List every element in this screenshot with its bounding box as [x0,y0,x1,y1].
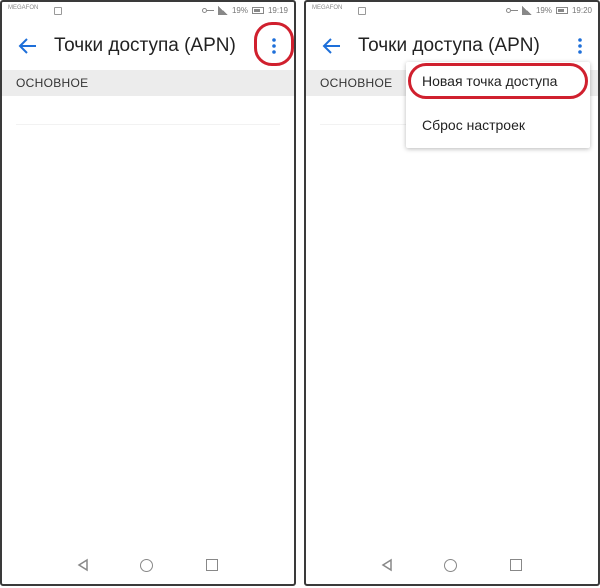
battery-icon [251,7,264,14]
page-title: Точки доступа (APN) [54,35,236,56]
status-time: 19:20 [571,6,592,15]
overflow-menu: Новая точка доступа Сброс настроек [406,62,590,148]
status-bar: MEGAFON 19% 19:20 [306,2,598,22]
nav-bar [306,548,598,584]
image-notification-icon [358,7,366,15]
nav-bar [2,548,294,584]
signal-icon [217,6,228,15]
nav-back-icon[interactable] [76,558,90,572]
back-arrow-icon[interactable] [320,34,344,58]
key-icon [505,7,518,14]
back-arrow-icon[interactable] [16,34,40,58]
nav-home-icon[interactable] [140,559,153,572]
nav-home-icon[interactable] [444,559,457,572]
nav-recent-icon[interactable] [206,559,218,571]
phone-screen-right: MEGAFON 19% 19:20 Точки доступа (APN) ОС… [304,0,600,586]
signal-icon [521,6,532,15]
carrier-label: MEGAFON [312,5,343,11]
phone-screen-left: MEGAFON 19% 19:19 Точки доступа (APN) ОС… [0,0,296,586]
status-time: 19:19 [267,6,288,15]
battery-percent: 19% [535,6,552,15]
battery-percent: 19% [231,6,248,15]
highlight-circle-overflow [254,22,294,66]
divider [16,124,280,125]
toolbar: Точки доступа (APN) [2,24,294,68]
carrier-label: MEGAFON [8,5,39,11]
section-label: ОСНОВНОЕ [16,76,89,90]
nav-back-icon[interactable] [380,558,394,572]
more-vert-icon[interactable] [568,34,592,58]
menu-item-label: Сброс настроек [422,117,526,133]
menu-item-reset-settings[interactable]: Сброс настроек [406,106,590,146]
section-label: ОСНОВНОЕ [320,76,393,90]
highlight-circle-new-apn [408,63,588,99]
page-title: Точки доступа (APN) [358,35,540,56]
status-bar: MEGAFON 19% 19:19 [2,2,294,22]
key-icon [201,7,214,14]
image-notification-icon [54,7,62,15]
nav-recent-icon[interactable] [510,559,522,571]
battery-icon [555,7,568,14]
section-header: ОСНОВНОЕ [2,70,294,96]
